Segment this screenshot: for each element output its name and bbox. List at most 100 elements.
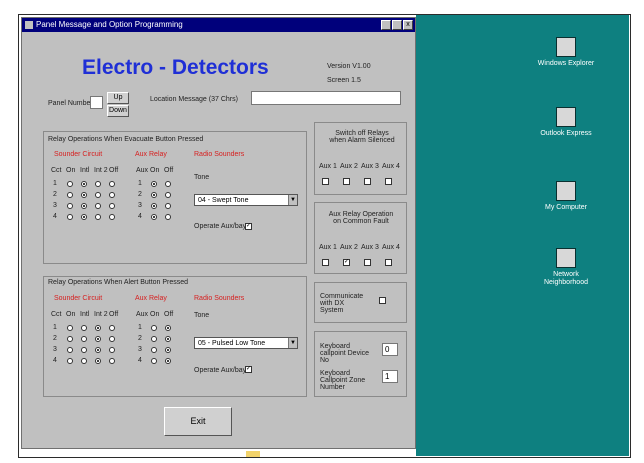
- desktop-icon-my-computer[interactable]: My Computer: [531, 181, 601, 212]
- evacuate-sounder-radio[interactable]: [81, 214, 87, 220]
- evacuate-tone-label: Tone: [194, 174, 210, 181]
- panel-up-button[interactable]: Up: [107, 92, 129, 104]
- evacuate-sounder-radio[interactable]: [95, 181, 101, 187]
- alert-aux-radio[interactable]: [165, 358, 171, 364]
- desktop-icon-network-neighborhood[interactable]: Network Neighborhood: [531, 248, 601, 287]
- alert-sounder-radio[interactable]: [81, 336, 87, 342]
- evacuate-sounder-radio[interactable]: [109, 181, 115, 187]
- alert-sounder-radio[interactable]: [67, 336, 73, 342]
- evacuate-sounder-radio[interactable]: [109, 203, 115, 209]
- evacuate-sounder-radio[interactable]: [81, 192, 87, 198]
- network-icon: [556, 248, 576, 268]
- evacuate-sounder-header: On: [66, 167, 76, 174]
- alert-sounder-radio[interactable]: [81, 358, 87, 364]
- evacuate-aux-radio[interactable]: [165, 192, 171, 198]
- evacuate-aux-row-label: 2: [138, 191, 142, 198]
- alarm_silenced-checkbox[interactable]: [322, 178, 329, 185]
- evacuate-aux-radio[interactable]: [151, 181, 157, 187]
- evacuate-sounder-radio[interactable]: [67, 203, 73, 209]
- communicate-checkbox[interactable]: [379, 297, 386, 304]
- alert-aux-header: Off: [164, 311, 174, 318]
- evacuate-aux-radio[interactable]: [165, 181, 171, 187]
- callpoint-zone-input[interactable]: 1: [382, 370, 398, 383]
- desktop-icon-outlook-express[interactable]: Outlook Express: [531, 107, 601, 138]
- evacuate-aux-row-label: 3: [138, 202, 142, 209]
- alert-sounder-radio[interactable]: [81, 347, 87, 353]
- evacuate-aux-radio[interactable]: [151, 203, 157, 209]
- alert-aux-radio[interactable]: [151, 358, 157, 364]
- evacuate-aux-radio[interactable]: [165, 214, 171, 220]
- alert-title: Relay Operations When Alert Button Press…: [48, 279, 189, 286]
- evacuate-sounder-header: Off: [109, 167, 119, 174]
- evacuate-sounder-radio[interactable]: [67, 214, 73, 220]
- alarm_silenced-checkbox[interactable]: [364, 178, 371, 185]
- common_fault-checkbox[interactable]: [385, 259, 392, 266]
- alert-sounder-radio[interactable]: [95, 347, 101, 353]
- alarm_silenced-label: Aux 1: [319, 163, 337, 170]
- close-button[interactable]: x: [403, 20, 413, 30]
- evacuate-tone-select[interactable]: 04 - Swept Tone ▼: [194, 194, 298, 206]
- evacuate-sounder-radio[interactable]: [95, 192, 101, 198]
- alert-sounder-header: On: [66, 311, 76, 318]
- alert-sounder-radio[interactable]: [95, 358, 101, 364]
- evacuate-aux-row-label: 4: [138, 213, 142, 220]
- evacuate-sounder-header: Int 2: [94, 167, 108, 174]
- alert-aux-radio[interactable]: [165, 347, 171, 353]
- alert-sounder-radio[interactable]: [81, 325, 87, 331]
- evacuate-aux-title: Aux Relay: [135, 151, 167, 158]
- alert-sounder-radio[interactable]: [95, 336, 101, 342]
- evacuate-sounder-radio[interactable]: [109, 192, 115, 198]
- callpoint-device-input[interactable]: 0: [382, 343, 398, 356]
- window-titlebar: Panel Message and Option Programming: [22, 18, 415, 32]
- alert-tone-select[interactable]: 05 - Pulsed Low Tone ▼: [194, 337, 298, 349]
- alert-aux-radio[interactable]: [151, 336, 157, 342]
- desktop-icon-label: Network Neighborhood: [544, 271, 588, 286]
- alert-aux-row-label: 4: [138, 357, 142, 364]
- alert-aux-radio[interactable]: [151, 347, 157, 353]
- evacuate-sounder-radio[interactable]: [67, 192, 73, 198]
- panel-number-input[interactable]: [90, 96, 103, 109]
- location-message-input[interactable]: [251, 91, 401, 105]
- alert-aux-radio[interactable]: [151, 325, 157, 331]
- maximize-button[interactable]: [392, 20, 402, 30]
- common_fault-checkbox[interactable]: ✓: [343, 259, 350, 266]
- evacuate-aux-radio[interactable]: [151, 214, 157, 220]
- alert-aux-radio[interactable]: [165, 325, 171, 331]
- alert-aux-row-label: 2: [138, 335, 142, 342]
- alert-sounder-radio[interactable]: [109, 325, 115, 331]
- evacuate-aux-radio[interactable]: [165, 203, 171, 209]
- alert-sounder-header: Cct: [51, 311, 62, 318]
- desktop-icon-label: Windows Explorer: [537, 60, 595, 67]
- alert-aux-radio[interactable]: [165, 336, 171, 342]
- common_fault-checkbox[interactable]: [364, 259, 371, 266]
- alert-sounder-radio[interactable]: [109, 347, 115, 353]
- alarm_silenced-checkbox[interactable]: [385, 178, 392, 185]
- minimize-button[interactable]: [381, 20, 391, 30]
- alert-sounder-radio[interactable]: [67, 358, 73, 364]
- alert-aux-header: On: [150, 311, 160, 318]
- alarm_silenced-checkbox[interactable]: [343, 178, 350, 185]
- evacuate-sounder-radio[interactable]: [81, 203, 87, 209]
- chevron-down-icon[interactable]: ▼: [288, 195, 297, 205]
- alert-sounder-radio[interactable]: [109, 336, 115, 342]
- evacuate-sounder-radio[interactable]: [95, 203, 101, 209]
- evacuate-sounder-radio[interactable]: [95, 214, 101, 220]
- evacuate-sounder-radio[interactable]: [81, 181, 87, 187]
- panel-down-button[interactable]: Down: [107, 105, 129, 117]
- common_fault-checkbox[interactable]: [322, 259, 329, 266]
- alert-sounder-radio[interactable]: [109, 358, 115, 364]
- evacuate-sounder-header: Cct: [51, 167, 62, 174]
- evacuate-sounder-radio[interactable]: [67, 181, 73, 187]
- alert-operate-aux-checkbox[interactable]: ✓: [245, 366, 252, 373]
- exit-button[interactable]: Exit: [164, 407, 232, 436]
- evacuate-sounder-radio[interactable]: [109, 214, 115, 220]
- desktop-icon-windows-explorer[interactable]: Windows Explorer: [531, 37, 601, 68]
- evacuate-operate-aux-label: Operate Aux/bay: [194, 223, 247, 230]
- alert-sounder-radio[interactable]: [67, 347, 73, 353]
- alert-sounder-radio[interactable]: [67, 325, 73, 331]
- alert-sounder-radio[interactable]: [95, 325, 101, 331]
- evacuate-tone-value: 04 - Swept Tone: [198, 197, 249, 204]
- evacuate-operate-aux-checkbox[interactable]: ✓: [245, 223, 252, 230]
- chevron-down-icon[interactable]: ▼: [288, 338, 297, 348]
- evacuate-aux-radio[interactable]: [151, 192, 157, 198]
